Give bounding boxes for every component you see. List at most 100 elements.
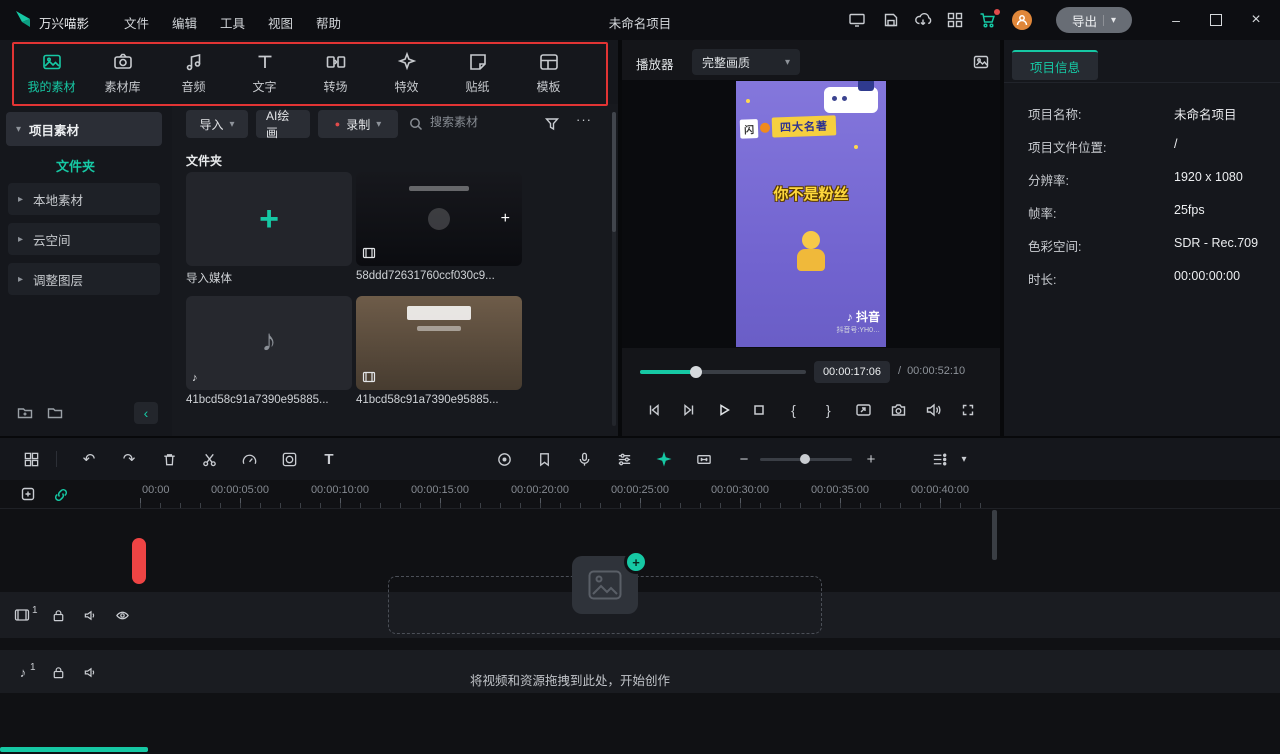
filter-icon[interactable] [544,116,560,132]
add-clip-icon[interactable] [20,486,38,504]
add-to-timeline-icon[interactable]: + [501,210,510,228]
split-scissors-button[interactable] [200,450,218,468]
timeline-vertical-scrollbar[interactable] [992,510,997,560]
sidebar-item-adjustment-layer[interactable]: ▸ 调整图层 [8,263,160,295]
tab-stock-library[interactable]: 素材库 [87,40,158,104]
playhead[interactable] [132,538,146,584]
media-cell-video-2[interactable]: 41bcd58c91a7390e95885... [356,296,522,406]
track-manager-button[interactable] [930,450,948,468]
fullscreen-button[interactable] [958,400,978,420]
sidebar-folder-link[interactable]: 文件夹 [56,156,95,175]
delete-button[interactable] [160,450,178,468]
quality-dropdown[interactable]: 完整画质 ▾ [692,49,800,75]
maximize-button[interactable] [1206,10,1226,30]
workspace-layout-icon[interactable] [848,11,866,29]
snapshot-button[interactable] [888,400,908,420]
record-button[interactable]: ● 录制 ▾ [318,110,398,138]
tab-my-media[interactable]: 我的素材 [16,40,87,104]
timeline-horizontal-scrollbar[interactable] [0,747,148,752]
voiceover-mic-button[interactable] [575,450,593,468]
more-options-icon[interactable]: ··· [576,112,592,127]
media-scrollbar[interactable] [612,112,616,232]
cloud-download-icon[interactable] [914,11,932,29]
total-time: 00:00:52:10 [907,365,965,377]
sidebar-item-local-media[interactable]: ▸ 本地素材 [8,183,160,215]
mark-out-button[interactable]: } [818,400,838,420]
keyframe-button[interactable] [655,450,673,468]
minimize-button[interactable]: – [1166,10,1186,30]
lock-icon[interactable] [50,664,66,680]
mark-in-button[interactable]: { [784,400,804,420]
menu-help[interactable]: 帮助 [316,13,341,32]
visibility-eye-icon[interactable] [114,607,130,623]
media-cell-video-1[interactable]: + 58ddd72631760ccf030c9... [356,172,522,286]
ai-paint-button[interactable]: AI绘画 [256,110,310,138]
user-avatar[interactable] [1012,10,1032,30]
video-track-icon [14,607,30,623]
volume-button[interactable] [923,400,943,420]
media-cell-audio-1[interactable]: ♪ ♪ 41bcd58c91a7390e95885... [186,296,352,406]
folder-icon[interactable] [46,404,64,422]
tab-audio[interactable]: 音频 [158,40,229,104]
cart-icon[interactable] [978,11,998,29]
preview-area: 闪 四大名著 你不是粉丝 ♪ 抖音 抖音号:YH0… [622,80,1000,348]
chevron-down-icon[interactable]: ▾ [955,450,973,468]
tab-stickers[interactable]: 贴纸 [442,40,513,104]
audio-thumbnail[interactable]: ♪ ♪ [186,296,352,390]
video-thumbnail[interactable] [356,296,522,390]
collapse-sidebar-button[interactable]: ‹ [134,402,158,424]
menu-tools[interactable]: 工具 [220,13,245,32]
total-time-wrap: / 00:00:52:10 [898,365,965,377]
import-media-card[interactable]: + [186,172,352,266]
tab-transitions[interactable]: 转场 [300,40,371,104]
mute-icon[interactable] [82,664,98,680]
frame-back-button[interactable] [644,400,664,420]
zoom-out-button[interactable]: − [735,450,753,468]
new-folder-icon[interactable] [16,404,34,422]
frame-forward-button[interactable] [679,400,699,420]
display-settings-icon[interactable] [972,53,990,71]
auto-ripple-button[interactable] [695,450,713,468]
sidebar-group-project-media[interactable]: ▾ 项目素材 [6,112,162,146]
preview-window-button[interactable] [853,400,873,420]
export-button[interactable]: 导出 ▾ [1056,7,1132,33]
play-button[interactable] [714,400,734,420]
zoom-slider-handle[interactable] [800,454,810,464]
lock-icon[interactable] [50,607,66,623]
stop-button[interactable] [749,400,769,420]
import-button[interactable]: 导入 ▾ [186,110,248,138]
marker-button[interactable] [535,450,553,468]
timeline-ruler[interactable]: 00:00 00:00:05:00 00:00:10:00 00:00:15:0… [0,480,1280,509]
media-grid: + 导入媒体 + 58ddd72631760ccf030c9... [186,172,522,406]
speed-button[interactable] [240,450,258,468]
tab-effects[interactable]: 特效 [371,40,442,104]
menu-view[interactable]: 视图 [268,13,293,32]
audio-mixer-button[interactable] [615,450,633,468]
apps-grid-icon[interactable] [946,11,964,29]
redo-button[interactable]: ↷ [120,450,138,468]
sidebar-item-cloud-space[interactable]: ▸ 云空间 [8,223,160,255]
search-icon [408,116,424,132]
app-logo-icon [13,9,33,29]
playback-slider-handle[interactable] [690,366,702,378]
media-cell-import[interactable]: + 导入媒体 [186,172,352,286]
menu-edit[interactable]: 编辑 [172,13,197,32]
text-tool-button[interactable]: T [320,450,338,468]
undo-button[interactable]: ↶ [80,450,98,468]
link-icon[interactable] [52,486,70,504]
render-preview-button[interactable] [495,450,513,468]
layout-grid-icon[interactable] [22,450,40,468]
tab-project-info[interactable]: 项目信息 [1012,50,1098,80]
zoom-in-button[interactable]: + [862,450,880,468]
video-preview[interactable]: 闪 四大名著 你不是粉丝 ♪ 抖音 抖音号:YH0… [736,81,886,347]
video-thumbnail[interactable]: + [356,172,522,266]
tab-text[interactable]: 文字 [229,40,300,104]
mute-icon[interactable] [82,607,98,623]
menu-file[interactable]: 文件 [124,13,149,32]
save-icon[interactable] [882,11,900,29]
close-button[interactable]: × [1246,10,1266,30]
tab-templates[interactable]: 模板 [513,40,584,104]
mask-button[interactable] [280,450,298,468]
current-time[interactable]: 00:00:17:06 [814,361,890,383]
search-input[interactable] [428,114,524,130]
